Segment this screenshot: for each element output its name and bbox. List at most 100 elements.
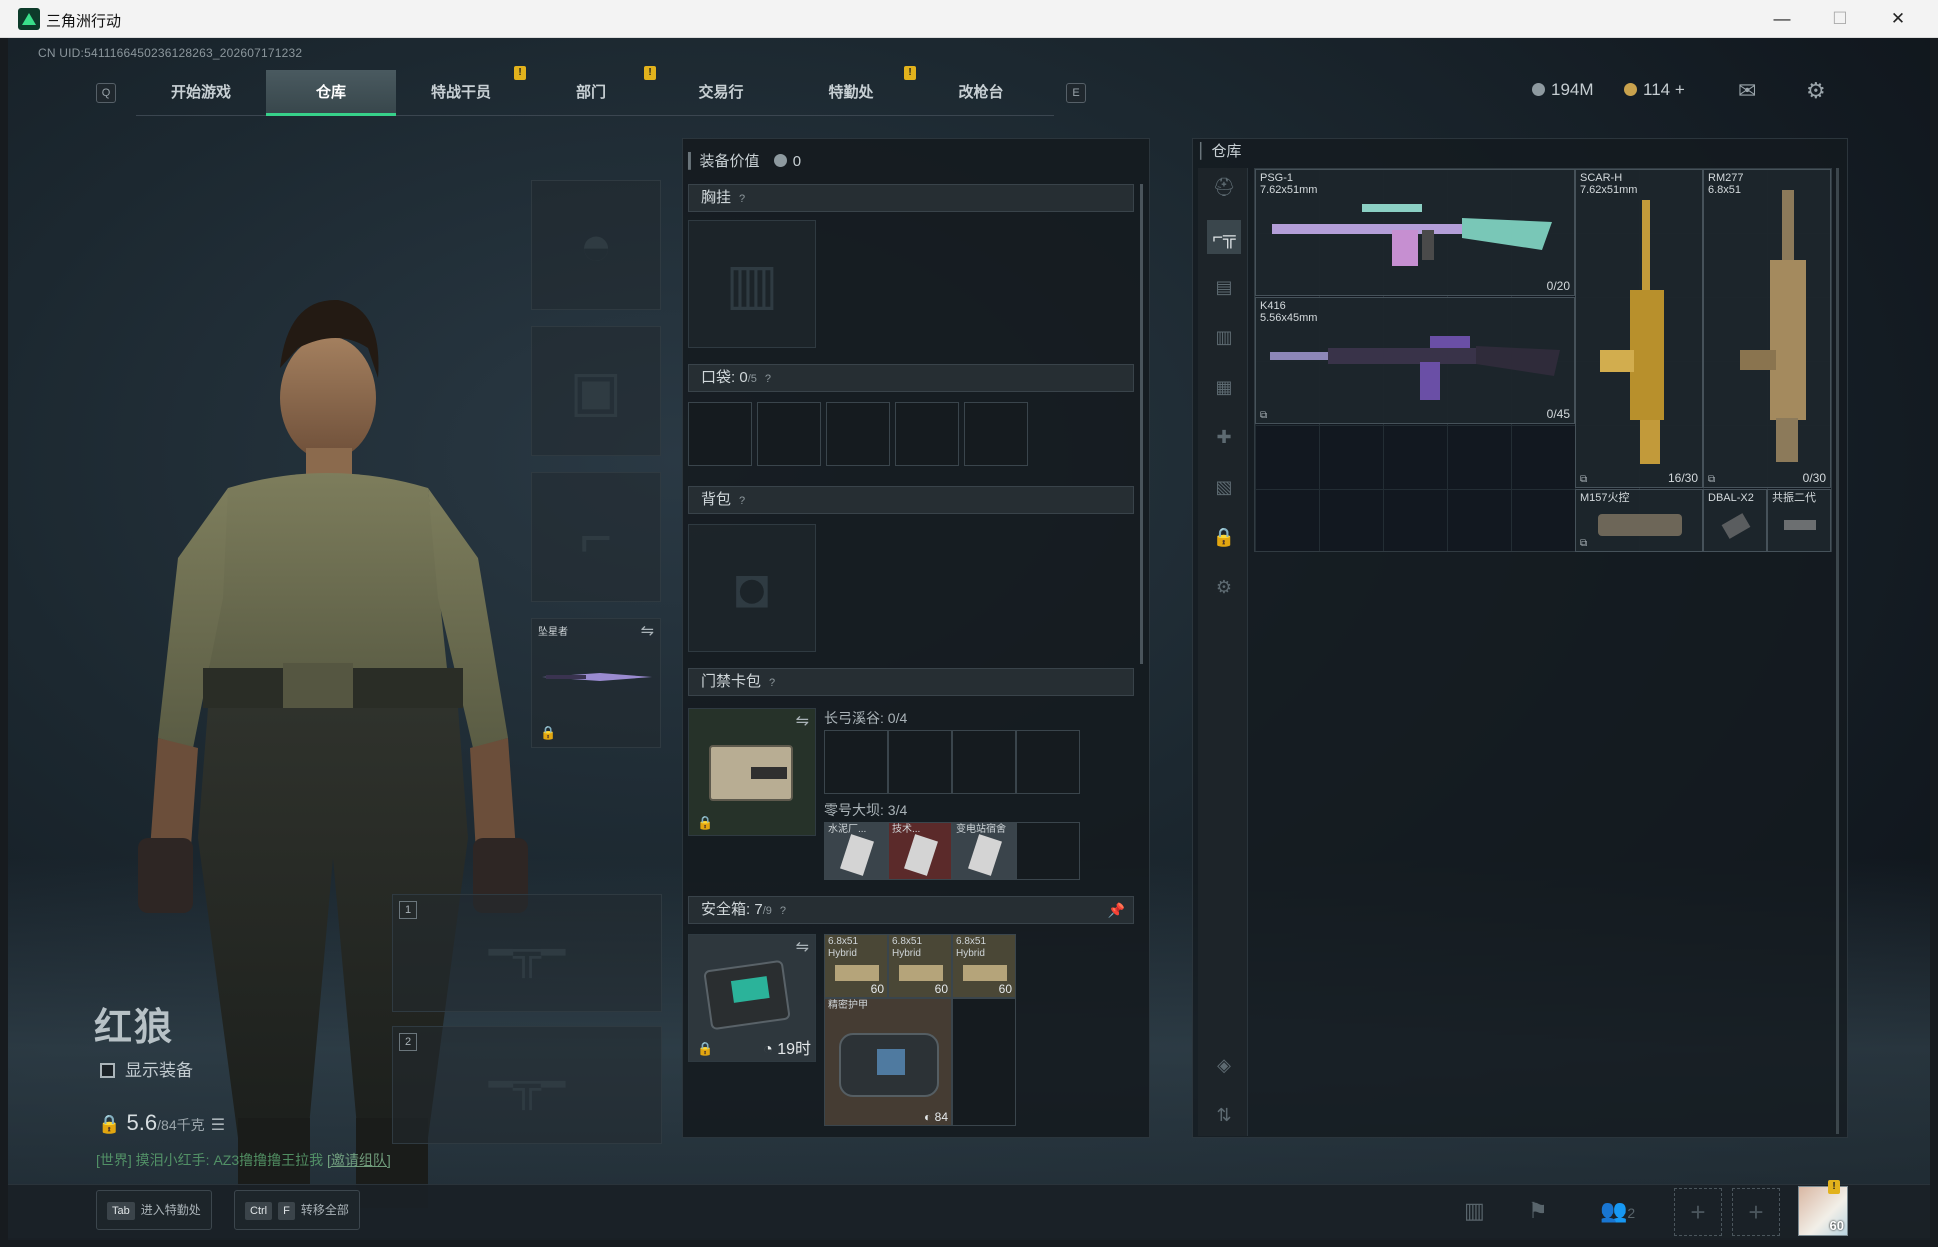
category-layers-icon[interactable]: ◈ <box>1207 1048 1241 1082</box>
maximize-button[interactable]: ☐ <box>1812 4 1868 34</box>
tab-warehouse[interactable]: 仓库 <box>266 70 396 116</box>
tab-special-ops[interactable]: 特勤处 <box>786 70 916 116</box>
backpack-slot[interactable]: ◘ <box>688 524 816 652</box>
pocket-cell[interactable] <box>895 402 959 466</box>
pocket-cell[interactable] <box>964 402 1028 466</box>
window-title: 三角洲行动 <box>46 13 122 30</box>
keycard-item[interactable]: 水泥厂... <box>824 822 888 880</box>
weapon-item-rm277[interactable]: RM277 6.8x51 ⧉ 0/30 <box>1703 169 1831 488</box>
primary-weapon-slot-1[interactable]: 1 ━╦━ <box>392 894 662 1012</box>
backpack-header: 背包? <box>688 486 1134 514</box>
mail-icon[interactable]: ✉ <box>1738 78 1756 104</box>
keycard-case-slot[interactable]: ⇋ 🔒 <box>688 708 816 836</box>
add-currency-button[interactable]: + <box>1675 80 1685 99</box>
settings-gear-icon[interactable]: ⚙ <box>1806 78 1826 104</box>
tab-department[interactable]: 部门 <box>526 70 656 116</box>
pocket-cell[interactable] <box>826 402 890 466</box>
sort-icon[interactable]: ⇅ <box>1207 1098 1241 1132</box>
primary-weapon-slot-2[interactable]: 2 ━╦━ <box>392 1026 662 1144</box>
backpack-icon: ◘ <box>735 556 769 620</box>
ammo-count: 60 <box>998 982 1012 996</box>
stats-chart-icon[interactable]: ▥ <box>1464 1198 1485 1224</box>
safe-box-max: /9 <box>762 905 772 917</box>
weapon-item-psg1[interactable]: PSG-1 7.62x51mm 0/20 <box>1255 169 1575 296</box>
pocket-cell[interactable] <box>757 402 821 466</box>
friends-icon[interactable]: 👥2 <box>1600 1198 1635 1224</box>
gold-amount: 114 <box>1643 80 1671 99</box>
tab-gunsmith[interactable]: 改枪台 <box>916 70 1046 116</box>
keycard-item[interactable]: 变电站宿舍 <box>952 822 1016 880</box>
pistol-slot[interactable]: ⌐ <box>531 472 661 602</box>
pin-icon[interactable]: 📌 <box>1108 897 1125 923</box>
list-icon[interactable]: ☰ <box>211 1117 225 1134</box>
body-armor-icon: ▣ <box>569 359 623 422</box>
armor-slot[interactable]: ▣ <box>531 326 661 456</box>
enter-special-ops-button[interactable]: Tab 进入特勤处 <box>96 1190 212 1230</box>
melee-slot[interactable]: 坠星者 ⇋ 🔒 <box>531 618 661 748</box>
attachment-item-m157[interactable]: M157火控 ⧉ <box>1575 489 1703 552</box>
category-settings-icon[interactable]: ⚙ <box>1207 570 1241 604</box>
chat-message: 摸泪小红手: AZ3撸撸撸王拉我 <box>131 1152 328 1168</box>
lock-icon: 🔒 <box>697 815 714 830</box>
category-armor-icon[interactable]: ▦ <box>1207 370 1241 404</box>
help-icon[interactable]: ? <box>769 677 775 689</box>
tab-market[interactable]: 交易行 <box>656 70 786 116</box>
tab-operators[interactable]: 特战干员 <box>396 70 526 116</box>
weapon-item-k416[interactable]: K416 5.56x45mm ⧉ 0/45 <box>1255 297 1575 424</box>
keycard-header: 门禁卡包? <box>688 668 1134 696</box>
weapon-item-scar-h[interactable]: SCAR-H 7.62x51mm ⧉ 16/30 <box>1575 169 1703 488</box>
minimize-button[interactable]: — <box>1754 4 1810 34</box>
game-stage: CN UID:5411166450236128263_202607171232 … <box>8 38 1930 1240</box>
tab-start-game[interactable]: 开始游戏 <box>136 70 266 116</box>
ammo-item[interactable]: 6.8x51 Hybrid 60 <box>824 934 888 998</box>
category-gear-icon[interactable]: ▥ <box>1207 320 1241 354</box>
close-button[interactable]: ✕ <box>1870 4 1926 34</box>
player-avatar[interactable]: 60 <box>1798 1186 1848 1236</box>
swap-icon[interactable]: ⇋ <box>796 711 809 731</box>
chest-rig-slot[interactable]: ▥ <box>688 220 816 348</box>
category-helmet-icon[interactable]: ⛑ <box>1207 170 1241 204</box>
mod-icon: ⧉ <box>1708 474 1716 485</box>
transfer-all-button[interactable]: Ctrl F 转移全部 <box>234 1190 360 1230</box>
attachment-item-dbal-x2[interactable]: DBAL-X2 <box>1703 489 1767 552</box>
swap-icon[interactable]: ⇋ <box>641 621 654 641</box>
keycard-cell[interactable] <box>888 730 952 794</box>
flag-icon[interactable]: ⚑ <box>1528 1198 1548 1224</box>
help-icon[interactable]: ? <box>739 495 745 507</box>
warehouse-title: ▏仓库 <box>1200 143 1242 160</box>
ammo-item[interactable]: 6.8x51 Hybrid 60 <box>888 934 952 998</box>
equipment-scrollbar[interactable] <box>1140 184 1143 664</box>
warehouse-category-sidebar <box>1198 168 1248 1136</box>
keycard-cell[interactable] <box>824 730 888 794</box>
keycard-cell[interactable] <box>1016 822 1080 880</box>
category-ammo-icon[interactable]: ▤ <box>1207 270 1241 304</box>
category-locked-icon[interactable]: 🔒 <box>1207 520 1241 554</box>
safe-box-slot[interactable]: ⇋ 🔒 ◔ 19时 <box>688 934 816 1062</box>
safe-box-cell[interactable] <box>952 998 1016 1126</box>
keycard-cell[interactable] <box>952 730 1016 794</box>
warning-badge: ! <box>904 66 916 80</box>
gold-currency[interactable]: 114 + <box>1624 80 1685 100</box>
keycard-cell[interactable] <box>1016 730 1080 794</box>
checkbox-box[interactable] <box>100 1063 115 1078</box>
pocket-cell[interactable] <box>688 402 752 466</box>
invite-team-link[interactable]: [邀请组队] <box>327 1152 391 1168</box>
category-weapon-icon[interactable]: ⌐╦ <box>1207 220 1241 254</box>
swap-icon[interactable]: ⇋ <box>796 937 809 957</box>
help-icon[interactable]: ? <box>780 905 786 917</box>
keycard-item[interactable]: 技术... <box>888 822 952 880</box>
add-teammate-button[interactable]: + <box>1674 1188 1722 1236</box>
category-medical-icon[interactable]: ✚ <box>1207 420 1241 454</box>
show-equipment-checkbox[interactable]: 显示装备 <box>100 1056 193 1081</box>
category-item-icon[interactable]: ▧ <box>1207 470 1241 504</box>
warehouse-scrollbar[interactable] <box>1836 168 1839 1134</box>
attachment-item-resonance[interactable]: 共振二代 <box>1767 489 1831 552</box>
armor-item[interactable]: 精密护甲 ◐ 84 <box>824 998 952 1126</box>
add-teammate-button[interactable]: + <box>1732 1188 1780 1236</box>
ammo-item[interactable]: 6.8x51 Hybrid 60 <box>952 934 1016 998</box>
help-icon[interactable]: ? <box>765 373 771 385</box>
transfer-all-label: 转移全部 <box>300 1203 349 1217</box>
help-icon[interactable]: ? <box>739 193 745 205</box>
helmet-slot[interactable]: ◓ <box>531 180 661 310</box>
helmet-icon: ◓ <box>579 213 613 277</box>
